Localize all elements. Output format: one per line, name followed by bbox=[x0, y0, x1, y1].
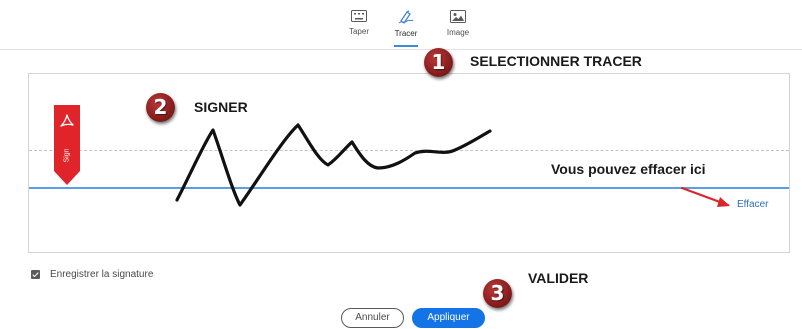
cancel-button[interactable]: Annuler bbox=[341, 308, 404, 328]
erase-hint-callout: Vous pouvez effacer ici bbox=[545, 159, 712, 179]
step-2-callout: SIGNER bbox=[190, 97, 254, 117]
step-3-badge: 3 bbox=[483, 279, 512, 308]
apply-button[interactable]: Appliquer bbox=[412, 308, 485, 328]
arrow-icon bbox=[680, 186, 730, 207]
step-1-callout: SELECTIONNER TRACER bbox=[466, 51, 724, 71]
save-signature-checkbox[interactable] bbox=[31, 270, 40, 279]
step-3-callout: VALIDER bbox=[524, 268, 759, 288]
clear-signature-link[interactable]: Effacer bbox=[737, 199, 769, 210]
step-2-badge: 2 bbox=[146, 93, 175, 122]
save-signature-label: Enregistrer la signature bbox=[50, 269, 154, 280]
step-1-badge: 1 bbox=[424, 48, 453, 77]
